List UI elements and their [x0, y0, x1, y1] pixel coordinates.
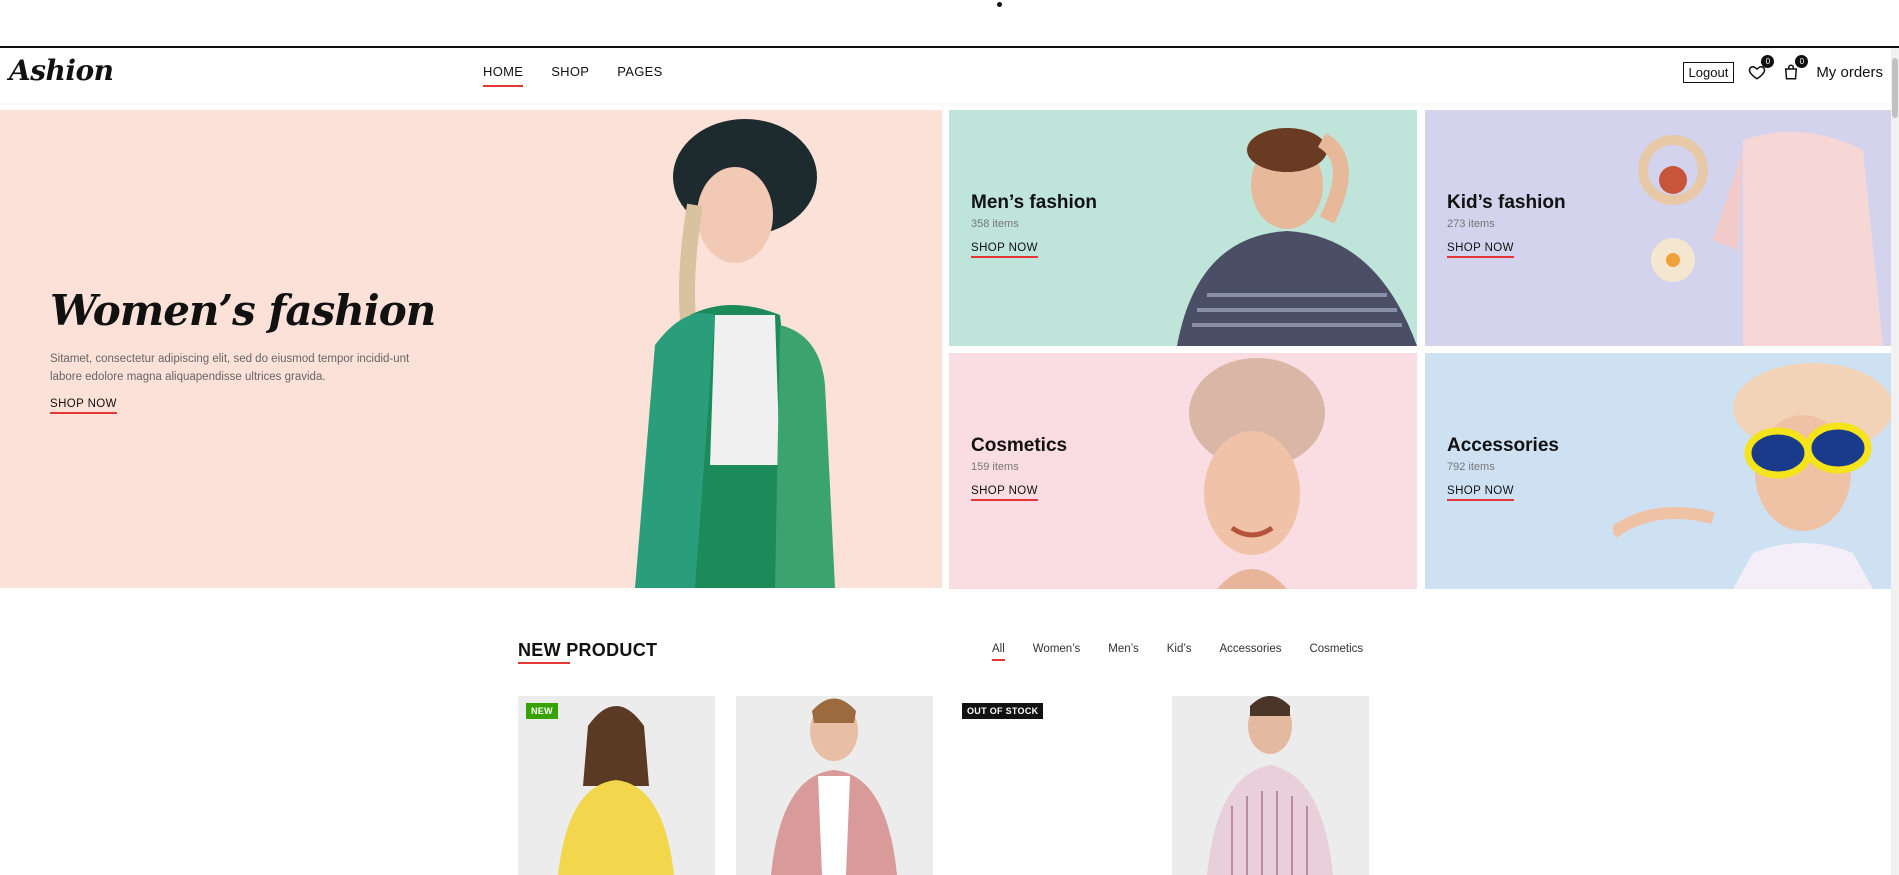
wishlist-button[interactable]: 0 [1748, 54, 1775, 83]
yellow-sweater-image [558, 706, 674, 875]
site-logo[interactable]: Ashion [9, 54, 114, 87]
site-header: Ashion HOME SHOP PAGES Logout 0 0 My ord… [0, 46, 1899, 103]
scrollbar-thumb[interactable] [1892, 58, 1898, 118]
main-nav: HOME SHOP PAGES [483, 64, 663, 87]
filter-cosmetics[interactable]: Cosmetics [1309, 643, 1363, 661]
mens-fashion-tile[interactable]: Men’s fashion 358 items SHOP NOW [949, 110, 1417, 346]
page-scrollbar[interactable] [1891, 48, 1899, 875]
product-card[interactable] [1172, 696, 1369, 875]
womens-shop-now-link[interactable]: SHOP NOW [50, 398, 117, 414]
cart-button[interactable]: 0 [1782, 54, 1809, 83]
cosmetics-shop-now-link[interactable]: SHOP NOW [971, 485, 1038, 501]
filter-mens[interactable]: Men’s [1108, 643, 1138, 661]
accessories-tile[interactable]: Accessories 792 items SHOP NOW [1425, 353, 1893, 589]
nav-shop[interactable]: SHOP [551, 64, 589, 87]
hero-title: Women’s fashion [50, 286, 436, 335]
tile-count: 159 items [971, 461, 1019, 473]
new-badge: NEW [526, 703, 558, 719]
mens-shop-now-link[interactable]: SHOP NOW [971, 242, 1038, 258]
tile-title: Kid’s fashion [1447, 192, 1566, 213]
product-grid: NEW OUT OF STOCK [518, 696, 1369, 875]
tile-count: 792 items [1447, 461, 1495, 473]
tile-count: 358 items [971, 218, 1019, 230]
striped-shirt-image [1207, 696, 1333, 875]
filter-kids[interactable]: Kid’s [1167, 643, 1192, 661]
tile-count: 273 items [1447, 218, 1495, 230]
wishlist-count-badge: 0 [1761, 54, 1775, 68]
header-tools: Logout 0 0 My orders [1682, 54, 1883, 83]
dot-indicator [997, 2, 1002, 7]
filter-womens[interactable]: Women’s [1033, 643, 1081, 661]
man-model-image [1177, 128, 1417, 346]
girl-sunglasses-image [1613, 363, 1893, 589]
nav-home[interactable]: HOME [483, 64, 524, 87]
hero-description: Sitamet, consectetur adipiscing elit, se… [50, 353, 410, 383]
woman-towel-image [1189, 358, 1325, 589]
product-card[interactable]: OUT OF STOCK [954, 696, 1151, 875]
filter-accessories[interactable]: Accessories [1219, 643, 1281, 661]
product-card[interactable] [736, 696, 933, 875]
kids-items-image [1638, 132, 1883, 346]
nav-pages[interactable]: PAGES [617, 64, 662, 87]
accessories-shop-now-link[interactable]: SHOP NOW [1447, 485, 1514, 501]
hero-section: Women’s fashion Sitamet, consectetur adi… [0, 110, 1899, 589]
tile-title: Men’s fashion [971, 192, 1097, 213]
product-card[interactable]: NEW [518, 696, 715, 875]
logout-button[interactable]: Logout [1682, 62, 1735, 83]
out-of-stock-badge: OUT OF STOCK [962, 703, 1044, 719]
filter-all[interactable]: All [992, 643, 1005, 661]
pink-shirt-image [771, 698, 897, 875]
womens-fashion-banner[interactable]: Women’s fashion Sitamet, consectetur adi… [0, 110, 942, 588]
cart-count-badge: 0 [1795, 54, 1809, 68]
browser-top-strip [0, 0, 1899, 46]
kids-fashion-tile[interactable]: Kid’s fashion 273 items SHOP NOW [1425, 110, 1893, 346]
cosmetics-tile[interactable]: Cosmetics 159 items SHOP NOW [949, 353, 1417, 589]
tile-title: Cosmetics [971, 435, 1068, 456]
woman-model-image [635, 119, 835, 588]
kids-shop-now-link[interactable]: SHOP NOW [1447, 242, 1514, 258]
new-product-underline [518, 662, 570, 664]
tile-title: Accessories [1447, 435, 1559, 456]
product-filter-tabs: All Women’s Men’s Kid’s Accessories Cosm… [992, 643, 1363, 661]
my-orders-link[interactable]: My orders [1816, 64, 1883, 81]
